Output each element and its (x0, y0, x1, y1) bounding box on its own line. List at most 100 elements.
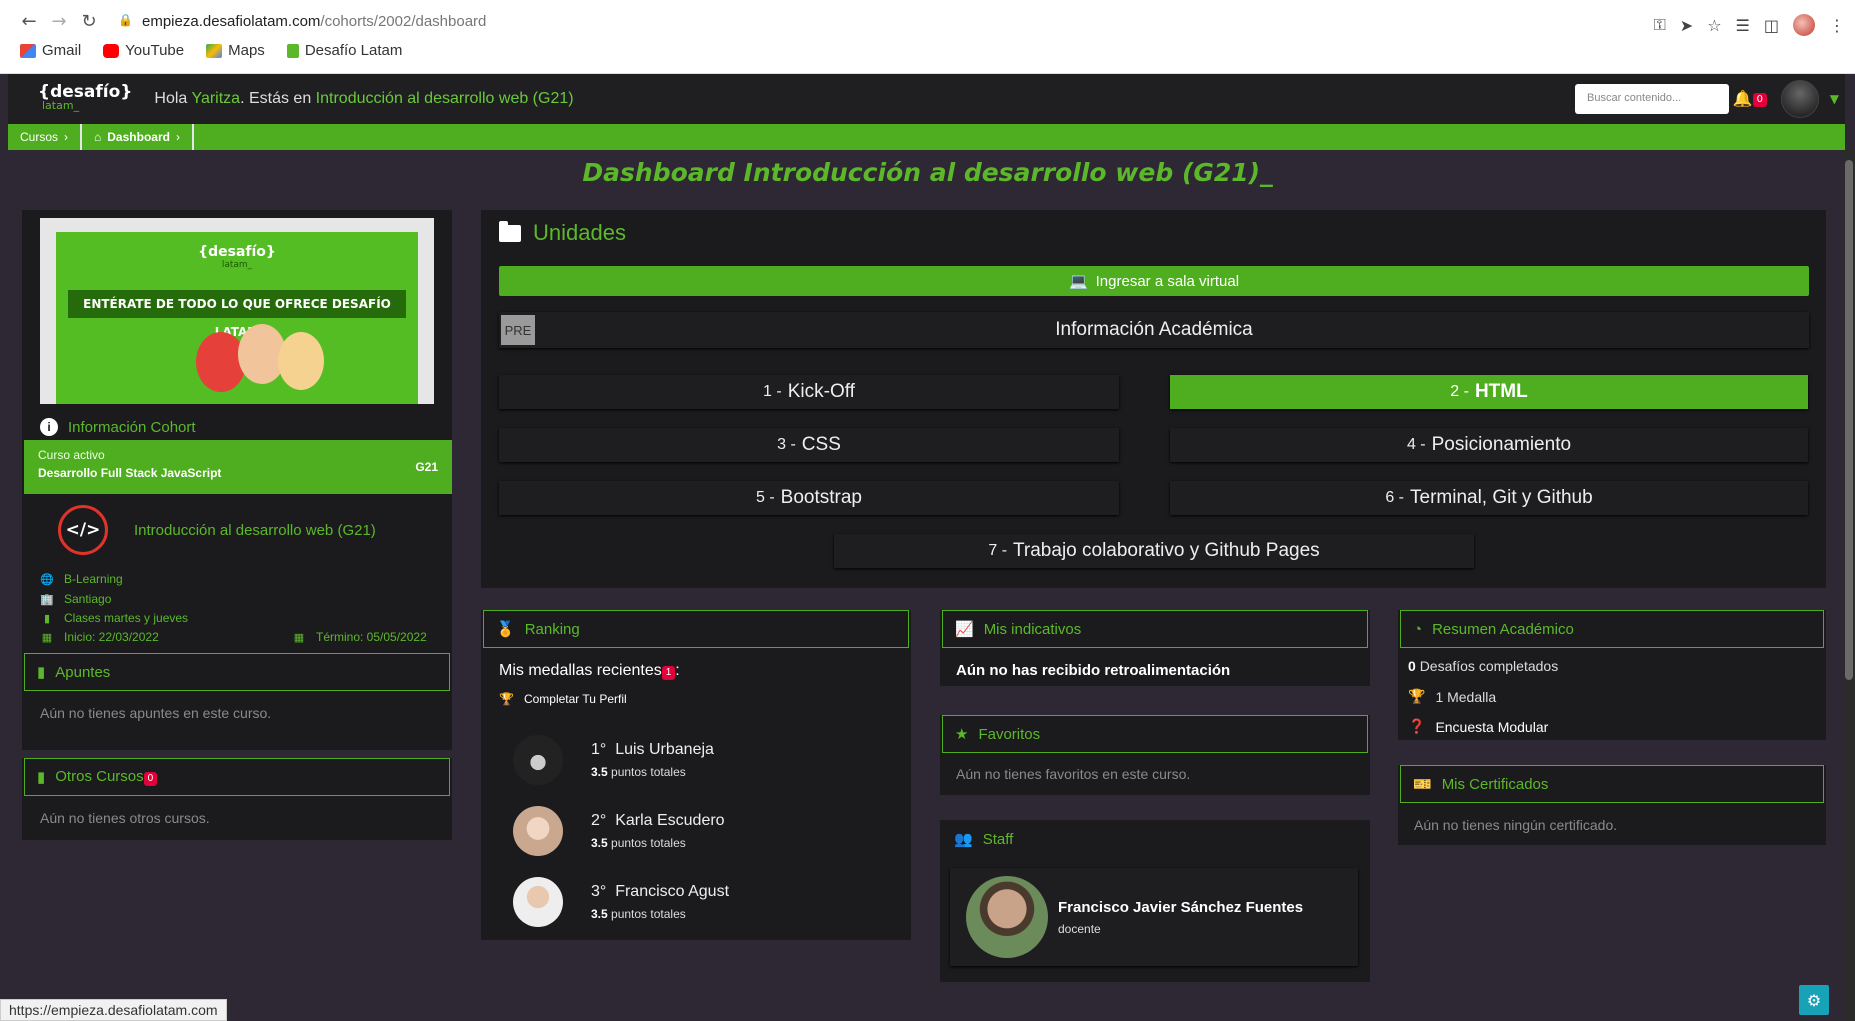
building-icon: 🏢 (40, 593, 54, 606)
resumen-card: ◔ Resumen Académico 0 Desafíos completado… (1398, 610, 1826, 740)
character-illustration (278, 332, 324, 390)
virtual-room-button[interactable]: 💻 Ingresar a sala virtual (499, 266, 1809, 296)
trophy-icon: 🏆 (1408, 688, 1426, 704)
book-icon: ▮ (37, 769, 46, 786)
course-item[interactable]: </> Introducción al desarrollo web (G21) (22, 498, 452, 562)
challenges-completed: 0 Desafíos completados (1408, 658, 1559, 674)
bookmark-youtube[interactable]: YouTube (103, 42, 184, 59)
user-avatar[interactable] (1781, 80, 1819, 118)
otros-cursos-badge: 0 (143, 772, 158, 786)
unit-5-button[interactable]: 5 - Bootstrap (499, 481, 1119, 515)
page-title: Dashboard Introducción al desarrollo web… (582, 158, 1273, 187)
chart-line-icon: 📈 (955, 621, 974, 638)
active-course[interactable]: Curso activo Desarrollo Full Stack JavaS… (24, 440, 452, 494)
greeting: Hola Yaritza. Estás en Introducción al d… (154, 90, 574, 107)
avatar (513, 806, 563, 856)
question-icon: ❓ (1408, 718, 1426, 734)
certificados-header[interactable]: 🎫 Mis Certificados (1400, 765, 1824, 803)
desafio-icon (286, 43, 299, 58)
ranking-row[interactable]: 3° Francisco Agust 3.5 puntos totales (513, 874, 729, 930)
staff-card: 👥 Staff Francisco Javier Sánchez Fuentes … (940, 820, 1370, 982)
city: 🏢 Santiago (40, 592, 112, 606)
bookmark-desafio[interactable]: Desafío Latam (286, 42, 402, 59)
apuntes-header[interactable]: ▮ Apuntes (24, 653, 450, 691)
breadcrumb-cursos[interactable]: Cursos › (8, 124, 83, 150)
unit-3-button[interactable]: 3 - CSS (499, 428, 1119, 462)
ranking-card: 🏅 Ranking Mis medallas recientes 1: 🏆 Compl… (481, 610, 911, 940)
profile-icon[interactable] (1793, 14, 1815, 36)
bookmark-gmail[interactable]: Gmail (20, 42, 81, 59)
star-icon[interactable]: ☆ (1707, 16, 1721, 35)
back-icon[interactable]: ← (14, 6, 44, 36)
send-icon[interactable]: ➤ (1680, 16, 1693, 35)
medal-item[interactable]: 🏆 Completar Tu Perfil (499, 692, 627, 706)
scrollbar-thumb[interactable] (1845, 160, 1853, 680)
gmail-icon (20, 43, 36, 58)
favoritos-header[interactable]: ★ Favoritos (942, 715, 1368, 753)
unidades-card: Unidades 💻 Ingresar a sala virtual PRE In… (481, 210, 1826, 588)
otros-cursos-empty: Aún no tienes otros cursos. (40, 810, 210, 826)
star-icon: ★ (955, 726, 969, 743)
ranking-row[interactable]: 2° Karla Escudero 3.5 puntos totales (513, 803, 725, 859)
staff-header: 👥 Staff (954, 830, 1014, 849)
status-bar-url: https://empieza.desafiolatam.com (0, 999, 227, 1021)
user-name: Yaritza (191, 90, 241, 107)
desafio-logo[interactable]: {desafío} latam_ (38, 84, 132, 113)
otros-cursos-header[interactable]: ▮ Otros Cursos 0 (24, 758, 450, 796)
breadcrumb: Cursos › ⌂ Dashboard › (8, 124, 1845, 150)
bookmark-maps[interactable]: Maps (206, 42, 265, 59)
side-panel-icon[interactable]: ◫ (1764, 16, 1779, 35)
settings-gear-icon[interactable]: ⚙ (1799, 985, 1829, 1015)
breadcrumb-dashboard[interactable]: ⌂ Dashboard › (82, 124, 194, 150)
maps-icon (206, 43, 223, 58)
certificados-card: 🎫 Mis Certificados Aún no tienes ningún c… (1398, 765, 1826, 845)
note-icon: ▮ (37, 664, 46, 681)
ranking-row[interactable]: 1° Luis Urbaneja 3.5 puntos totales (513, 732, 714, 788)
forward-icon[interactable]: → (44, 6, 74, 36)
current-course-link[interactable]: Introducción al desarrollo web (G21) (316, 90, 574, 107)
chevron-right-icon: › (64, 130, 69, 144)
book-icon: ▮ (43, 612, 51, 625)
favoritos-empty: Aún no tienes favoritos en este curso. (956, 766, 1191, 782)
promo-banner[interactable]: {desafío} latam_ ENTÉRATE DE TODO LO QUE … (40, 218, 434, 404)
trophy-icon: 🏆 (499, 692, 514, 706)
notifications-badge: 0 (1752, 93, 1767, 107)
menu-icon[interactable]: ⋮ (1829, 16, 1845, 35)
survey-link[interactable]: ❓ Encuesta Modular (1408, 718, 1548, 735)
avatar (513, 877, 563, 927)
url-path: /cohorts/2002/dashboard (320, 12, 487, 30)
apuntes-card: ▮ Apuntes Aún no tienes apuntes en este c… (22, 653, 452, 735)
informacion-academica-button[interactable]: PRE Información Académica (499, 312, 1809, 348)
favoritos-card: ★ Favoritos Aún no tienes favoritos en es… (940, 715, 1370, 795)
reading-list-icon[interactable]: ☰ (1736, 16, 1750, 35)
recent-medals: Mis medallas recientes 1: (499, 662, 680, 680)
app-header: {desafío} latam_ Hola Yaritza. Estás en … (8, 74, 1845, 124)
unit-1-button[interactable]: 1 - Kick-Off (499, 375, 1119, 409)
url-host: empieza.desafiolatam.com (142, 12, 321, 30)
bookmarks-bar: Gmail YouTube Maps Desafío Latam (20, 42, 402, 59)
calendar-icon: ▦ (41, 631, 53, 644)
resumen-header[interactable]: ◔ Resumen Académico (1400, 610, 1824, 648)
chevron-down-icon[interactable]: ▼ (1830, 92, 1839, 106)
certificados-empty: Aún no tienes ningún certificado. (1414, 817, 1618, 833)
key-icon[interactable]: ⚿ (1654, 15, 1666, 35)
notifications-button[interactable]: 🔔 0 (1733, 89, 1767, 109)
medals-summary: 🏆 1 Medalla (1408, 688, 1497, 705)
start-date: ▦ Inicio: 22/03/2022 (41, 630, 159, 644)
unit-4-button[interactable]: 4 - Posicionamiento (1170, 428, 1808, 462)
certificate-icon: 🎫 (1413, 776, 1432, 793)
indicativos-card: 📈 Mis indicativos Aún no has recibido ret… (940, 610, 1370, 686)
scrollbar[interactable] (1843, 150, 1855, 1021)
reload-icon[interactable]: ↻ (74, 6, 104, 36)
ranking-header[interactable]: 🏅 Ranking (483, 610, 909, 648)
avatar (513, 735, 563, 785)
unit-6-button[interactable]: 6 - Terminal, Git y Github (1170, 481, 1808, 515)
search-input[interactable]: Buscar contenido... (1575, 84, 1729, 114)
address-bar[interactable]: 🔒 empieza.desafiolatam.com/cohorts/2002/… (118, 13, 486, 30)
unit-7-button[interactable]: 7 - Trabajo colaborativo y Github Pages (834, 534, 1474, 568)
folder-icon (499, 220, 521, 242)
otros-cursos-card: ▮ Otros Cursos 0 Aún no tienes otros curso… (22, 758, 452, 840)
staff-member[interactable]: Francisco Javier Sánchez Fuentes docente (950, 868, 1358, 966)
indicativos-header[interactable]: 📈 Mis indicativos (942, 610, 1368, 648)
unit-2-button[interactable]: 2 - HTML (1170, 375, 1808, 409)
